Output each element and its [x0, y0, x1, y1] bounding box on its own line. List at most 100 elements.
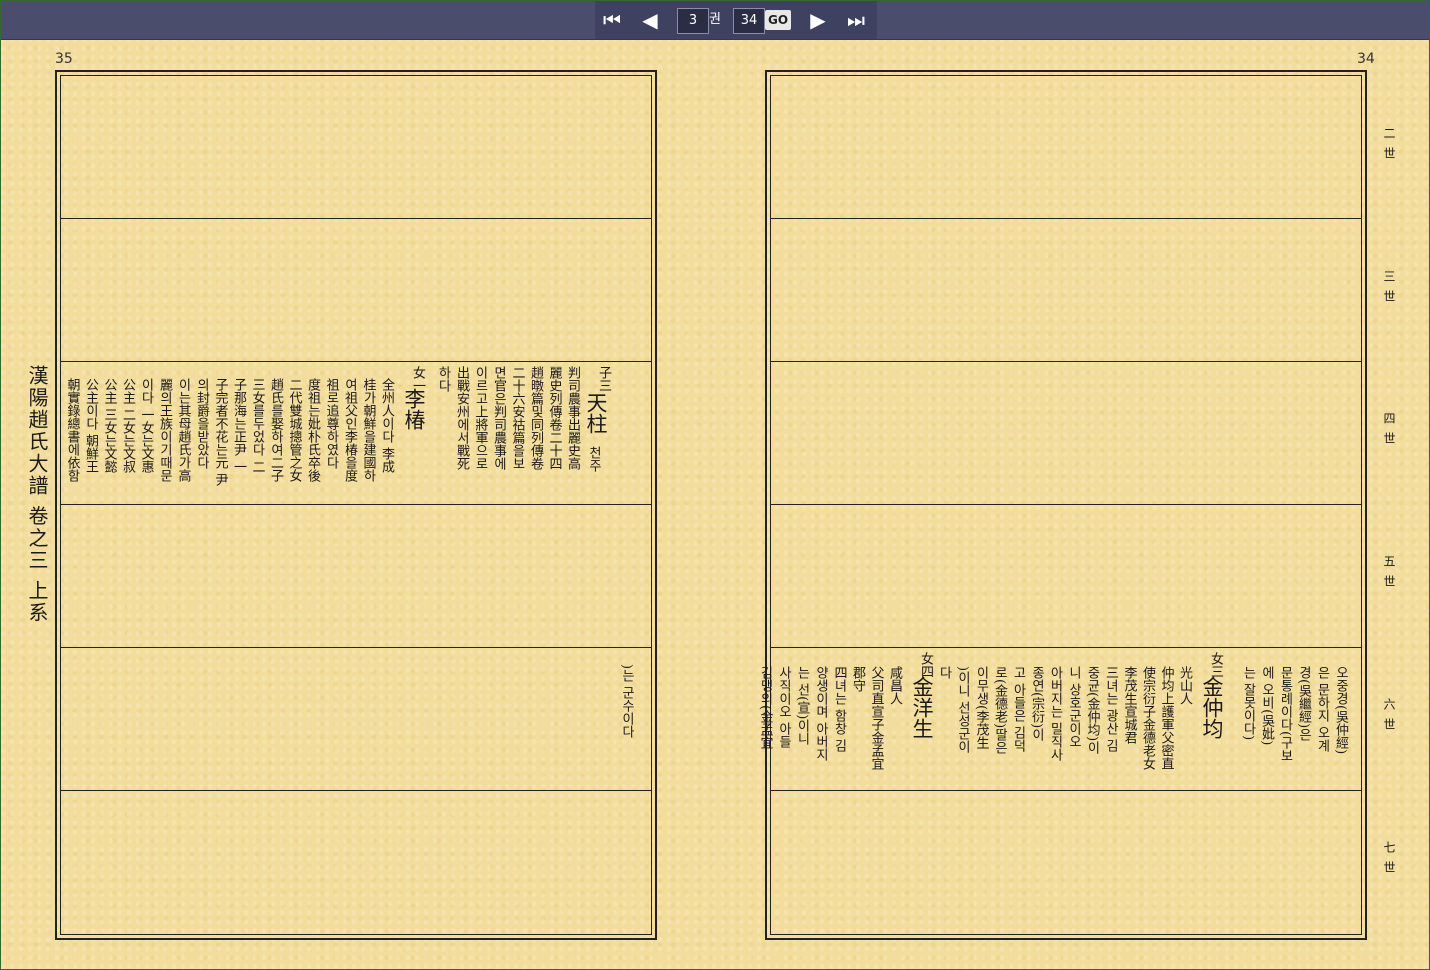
son-reading: 천주	[586, 446, 601, 472]
son-rank: 子三	[596, 366, 611, 392]
text-line: 에 오비(吳妣)	[1259, 666, 1274, 746]
continuation-text: )는 군수이다	[619, 664, 634, 739]
text-line: 仲均上護軍父密直	[1158, 666, 1174, 770]
go-button[interactable]: GO	[765, 10, 791, 30]
right-row-5: 오중경(吳仲經) 은 문하지 오계 경(吳繼經)은 문통례이다(구보 에 오비(…	[758, 648, 1361, 791]
text-line: 아버지는 밀직사	[1047, 666, 1063, 762]
text-line: 이무생(李茂生	[973, 666, 989, 750]
daughter-four-name: 金洋生	[910, 676, 934, 739]
left-row-6	[61, 791, 651, 931]
daughter-three-name: 金仲均	[1200, 676, 1224, 739]
text-line: 로(金德老)딸은	[992, 666, 1007, 755]
generation-label: 三世	[1382, 270, 1396, 310]
text-line: )이니 선성군이	[955, 666, 970, 754]
text-line: 父司直宣子金孟宜	[868, 666, 884, 770]
text-line: 朝實錄總書에依함	[64, 378, 80, 482]
text-line: 중균(金仲均)이	[1084, 666, 1100, 755]
son-biography: 判司農事出麗史高 麗史列傳卷二十四 趙暾篇및同列傳卷 二十六安祜篇을보 면官은判…	[433, 366, 581, 470]
generation-label: 七世	[1382, 841, 1396, 881]
text-line: 趙氏를娶하여二子	[268, 378, 283, 482]
text-line: 咸昌人	[887, 666, 902, 705]
preceding-entry-text: 오중경(吳仲經) 은 문하지 오계 경(吳繼經)은 문통례이다(구보 에 오비(…	[1238, 666, 1349, 762]
text-line: 니 상호군이오	[1066, 666, 1081, 749]
text-line: 二代雙城摠管之女	[286, 378, 302, 482]
page-navigation: ⏮ ◀ 3 권 34 GO ▶ ⏭	[595, 1, 877, 39]
text-line: 二十六安祜篇을보	[509, 366, 525, 470]
text-line: 는 잘못이다)	[1240, 666, 1256, 741]
text-line: 여祖父인李椿을度	[342, 378, 357, 482]
left-row-5: )는 군수이다	[61, 648, 651, 791]
text-line: 子那海는正尹 一	[231, 378, 246, 474]
last-page-button[interactable]: ⏭	[839, 7, 873, 33]
previous-page-icon: ◀	[642, 8, 658, 32]
right-page-number: 34	[1357, 51, 1375, 67]
text-line: 公主이다 朝鮮王	[83, 378, 98, 474]
volume-input[interactable]: 3	[677, 8, 709, 34]
daughter-four-rank: 女四	[918, 652, 933, 678]
last-page-icon: ⏭	[847, 8, 865, 32]
daughter-three-rank: 女三	[1208, 652, 1223, 678]
left-row-2	[61, 219, 651, 362]
text-line: 은 문하지 오계	[1314, 666, 1330, 753]
next-page-icon: ▶	[810, 8, 826, 32]
text-line: 李茂生宣城君	[1121, 666, 1137, 744]
left-row-4	[61, 505, 651, 648]
text-line: 문통례이다(구보	[1277, 666, 1293, 763]
left-page-number: 35	[55, 51, 73, 67]
first-page-icon: ⏮	[603, 8, 621, 32]
text-line: 의封爵을받았다	[194, 378, 209, 469]
text-line: 양생이며 아버지	[813, 666, 828, 762]
text-line: 오중경(吳仲經)	[1333, 666, 1348, 755]
previous-page-button[interactable]: ◀	[633, 7, 667, 33]
generation-label: 四世	[1382, 412, 1396, 452]
first-page-button[interactable]: ⏮	[595, 7, 629, 33]
page-input[interactable]: 34	[733, 8, 765, 34]
text-line: 사직이오 아들	[776, 666, 791, 749]
text-line: 度祖는妣朴氏卒後	[305, 378, 320, 482]
text-line: 麗의王族이기때문	[157, 378, 172, 482]
text-line: 종연(宗衍)이	[1029, 666, 1044, 742]
text-line: 光山人	[1177, 666, 1192, 705]
next-page-button[interactable]: ▶	[801, 7, 835, 33]
text-line: 子完者不花는元 尹	[212, 378, 228, 487]
daughter-three-biography: 光山人 仲均上護軍父密直 使宗衍子金德老女 李茂生宣城君 三녀는 광산 김 중균…	[934, 666, 1193, 770]
text-line: 경(吳繼經)은	[1296, 666, 1311, 742]
text-line: 하다	[435, 366, 451, 392]
text-line: 三녀는 광산 김	[1103, 666, 1118, 753]
right-row-4	[771, 505, 1361, 648]
generation-label: 五世	[1382, 555, 1396, 595]
daughter-biography: 全州人이다 李成 桂가朝鮮을建國하 여祖父인李椿을度 祖로追尊하였다 度祖는妣朴…	[62, 378, 395, 486]
right-row-2	[771, 219, 1361, 362]
text-line: 이르고上將軍으로	[472, 366, 488, 470]
text-line: 이다 一女는文惠	[138, 378, 154, 474]
left-row-1	[61, 76, 651, 219]
text-line: 四녀는 함창 김	[831, 666, 847, 753]
generation-label: 六世	[1382, 698, 1396, 738]
text-line: 祖로追尊하였다	[323, 378, 339, 469]
text-line: 判司農事出麗史高	[565, 366, 580, 470]
text-line: 이는其母趙氏가高	[175, 378, 191, 482]
volume-unit-label: 권	[709, 12, 721, 27]
daughter-four-biography: 咸昌人 父司直宣子金孟宜 郡守 四녀는 함창 김 양생이며 아버지 는 선(宣)…	[755, 666, 903, 770]
text-line: 麗史列傳卷二十四	[546, 366, 562, 470]
text-line: 全州人이다 李成	[379, 378, 394, 474]
text-line: 三女를두었다 二	[249, 378, 265, 474]
text-line: 公主 三女는文懿	[101, 378, 117, 474]
text-line: 公主 二女는文叔	[120, 378, 135, 474]
text-line: 使宗衍子金德老女	[1140, 666, 1155, 770]
right-page-grid: 오중경(吳仲經) 은 문하지 오계 경(吳繼經)은 문통례이다(구보 에 오비(…	[758, 75, 1362, 935]
generation-label: 二世	[1382, 127, 1396, 167]
text-line: 다	[936, 666, 952, 679]
text-line: 는 선(宣)이니	[794, 666, 810, 746]
text-line: 桂가朝鮮을建國하	[360, 378, 376, 482]
right-page: 오중경(吳仲經) 은 문하지 오계 경(吳繼經)은 문통례이다(구보 에 오비(…	[758, 70, 1367, 940]
text-line: 出戰安州에서戰死	[454, 366, 469, 470]
left-page-grid: 子三 天柱 천주 判司農事出麗史高 麗史列傳卷二十四 趙暾篇및同列傳卷 二十六安…	[60, 75, 652, 935]
daughter-name: 李椿	[402, 388, 426, 430]
book-side-title: 漢陽趙氏大譜 卷之三 上系	[25, 365, 49, 624]
left-page: 子三 天柱 천주 判司農事出麗史高 麗史列傳卷二十四 趙暾篇및同列傳卷 二十六安…	[55, 70, 657, 940]
text-line: 郡守	[850, 666, 865, 692]
text-line: 고 아들은 김덕	[1010, 666, 1026, 753]
viewer: ⏮ ◀ 3 권 34 GO ▶ ⏭ 35 漢陽趙氏大譜 卷之三 上系 子三 天柱…	[0, 0, 1430, 970]
right-row-3	[771, 362, 1361, 505]
